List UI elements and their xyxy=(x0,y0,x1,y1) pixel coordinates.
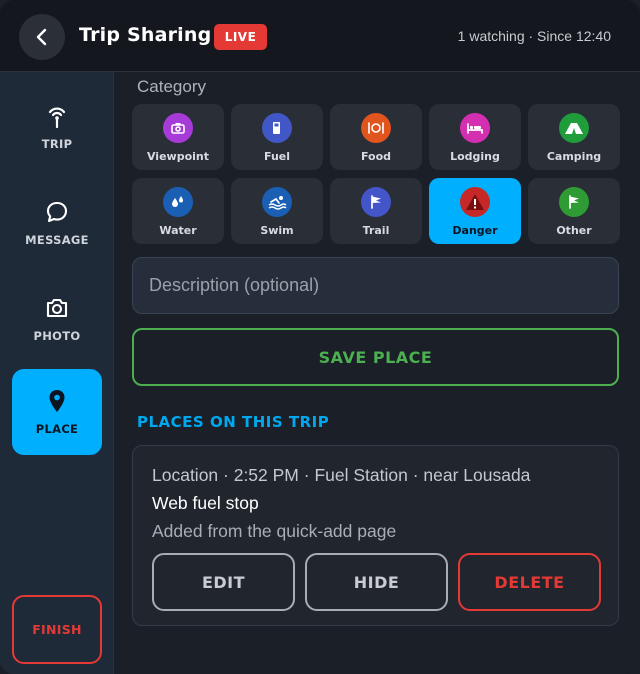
bed-icon xyxy=(460,113,490,143)
category-other[interactable]: Other xyxy=(528,178,620,244)
category-label: Viewpoint xyxy=(146,150,209,163)
finish-button[interactable]: FINISH xyxy=(12,595,102,664)
header: Trip Sharing LIVE 1 watching · Since 12:… xyxy=(0,0,640,72)
category-danger[interactable]: Danger xyxy=(429,178,521,244)
flag-icon xyxy=(559,187,589,217)
category-label: Fuel xyxy=(263,150,291,163)
map-pin-icon xyxy=(44,388,70,414)
hide-button[interactable]: HIDE xyxy=(305,553,448,611)
swimmer-icon xyxy=(262,187,292,217)
tent-icon xyxy=(559,113,589,143)
sidebar-item-label: MESSAGE xyxy=(25,233,89,247)
category-label: Water xyxy=(159,224,197,237)
category-label: Camping xyxy=(546,150,602,163)
sidebar-item-label: TRIP xyxy=(41,137,73,151)
delete-button[interactable]: DELETE xyxy=(458,553,601,611)
category-viewpoint[interactable]: Viewpoint xyxy=(132,104,224,170)
save-place-button[interactable]: SAVE PLACE xyxy=(132,328,619,386)
place-name: Web fuel stop xyxy=(152,493,259,513)
category-label: Other xyxy=(556,224,592,237)
camera-icon xyxy=(44,295,70,321)
page-title: Trip Sharing xyxy=(79,24,212,46)
category-camping[interactable]: Camping xyxy=(528,104,620,170)
category-label: Food xyxy=(360,150,392,163)
fuel-pump-icon xyxy=(262,113,292,143)
sidebar-item-photo[interactable]: PHOTO xyxy=(12,276,102,362)
back-button[interactable] xyxy=(19,14,65,60)
category-label: Lodging xyxy=(450,150,500,163)
flag-icon xyxy=(361,187,391,217)
camera-icon xyxy=(163,113,193,143)
place-card: Location · 2:52 PM · Fuel Station · near… xyxy=(132,445,619,626)
sidebar: TRIP MESSAGE PHOTO PLACE FINISH xyxy=(0,72,114,674)
category-label: Danger xyxy=(452,224,498,237)
watch-status: 1 watching · Since 12:40 xyxy=(457,28,611,44)
warning-icon xyxy=(460,187,490,217)
category-fuel[interactable]: Fuel xyxy=(231,104,323,170)
plate-cutlery-icon xyxy=(361,113,391,143)
chevron-left-icon xyxy=(36,28,47,46)
trip-sharing-app: Trip Sharing LIVE 1 watching · Since 12:… xyxy=(0,0,640,674)
category-lodging[interactable]: Lodging xyxy=(429,104,521,170)
category-water[interactable]: Water xyxy=(132,178,224,244)
place-meta: Location · 2:52 PM · Fuel Station · near… xyxy=(152,465,531,485)
category-label: Swim xyxy=(260,224,294,237)
category-label: Trail xyxy=(362,224,390,237)
sidebar-item-trip[interactable]: TRIP xyxy=(12,84,102,170)
edit-button[interactable]: EDIT xyxy=(152,553,295,611)
live-badge: LIVE xyxy=(214,24,267,50)
chat-bubble-icon xyxy=(44,199,70,225)
description-input[interactable] xyxy=(132,257,619,314)
place-note: Added from the quick-add page xyxy=(152,521,397,541)
sidebar-item-label: PHOTO xyxy=(33,329,81,343)
category-label: Category xyxy=(137,77,206,96)
category-swim[interactable]: Swim xyxy=(231,178,323,244)
water-drops-icon xyxy=(163,187,193,217)
broadcast-icon xyxy=(44,103,70,129)
category-trail[interactable]: Trail xyxy=(330,178,422,244)
sidebar-item-message[interactable]: MESSAGE xyxy=(12,180,102,266)
sidebar-item-label: PLACE xyxy=(35,422,79,436)
places-heading: PLACES ON THIS TRIP xyxy=(137,413,330,431)
category-food[interactable]: Food xyxy=(330,104,422,170)
sidebar-item-place[interactable]: PLACE xyxy=(12,369,102,455)
main-panel: Category Viewpoint Fuel Food Lodging Cam… xyxy=(114,72,640,674)
